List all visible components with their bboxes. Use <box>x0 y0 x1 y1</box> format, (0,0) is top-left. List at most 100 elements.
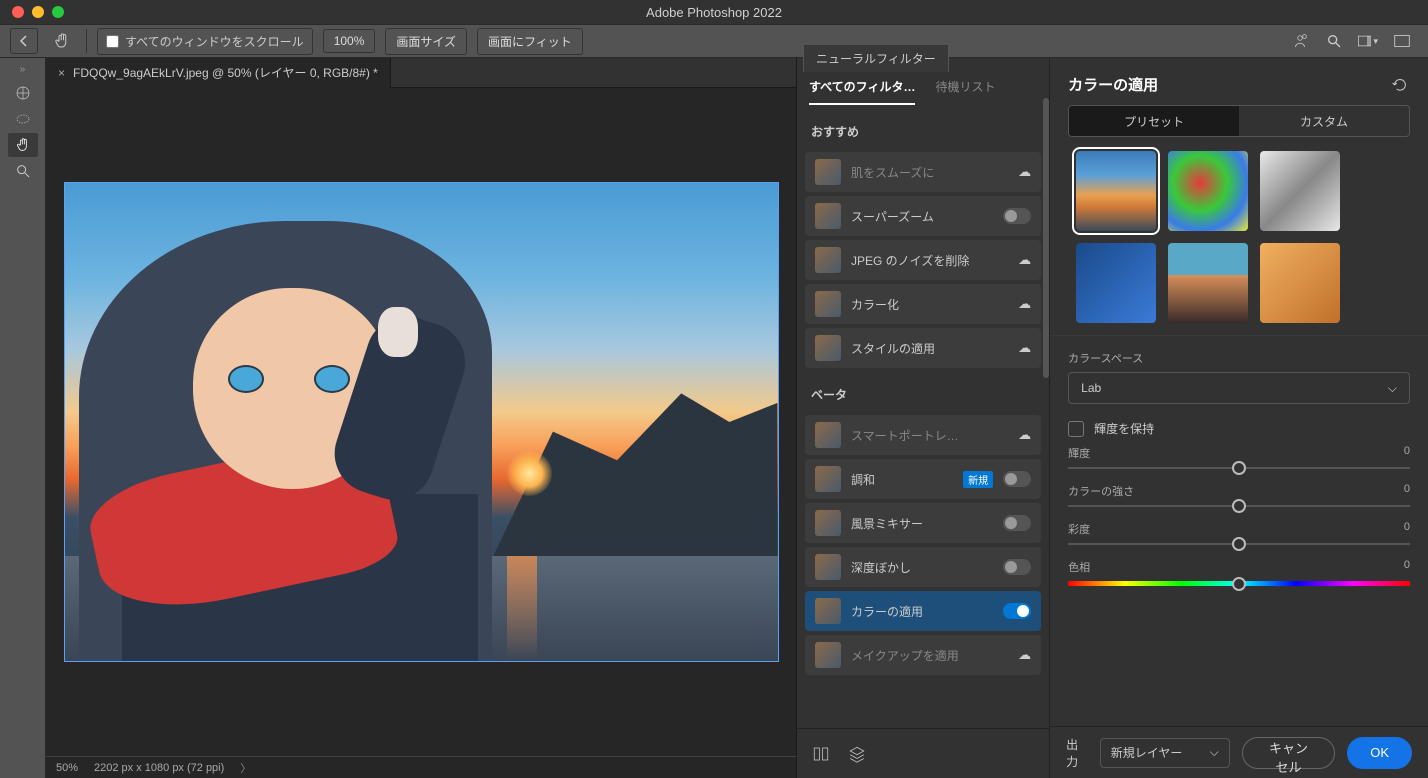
output-dropdown[interactable]: 新規レイヤー ⌵ <box>1100 738 1230 768</box>
preserve-luminance-checkbox[interactable]: 輝度を保持 <box>1068 420 1410 437</box>
download-icon[interactable]: ☁ <box>1018 164 1031 180</box>
scroll-all-input[interactable] <box>106 35 119 48</box>
workspace-icon[interactable]: ▾ <box>1358 31 1378 51</box>
dialog-footer: 出力 新規レイヤー ⌵ キャンセル OK <box>1050 726 1428 778</box>
filter-thumb-icon <box>815 642 841 668</box>
badge-new: 新規 <box>963 471 993 488</box>
output-value: 新規レイヤー <box>1111 744 1183 761</box>
hue-slider[interactable]: 色相0 <box>1068 559 1410 586</box>
zoom-100-button[interactable]: 100% <box>323 29 376 53</box>
saturation-slider[interactable]: 彩度0 <box>1068 521 1410 545</box>
filter-list-panel: ニューラルフィルター すべてのフィルタ… 待機リスト おすすめ 肌をスムーズに … <box>797 58 1050 778</box>
fit-screen-button[interactable]: 画面にフィット <box>477 28 583 55</box>
filter-label: 肌をスムーズに <box>851 164 1008 181</box>
toggle-switch[interactable] <box>1003 208 1031 224</box>
filter-color-transfer[interactable]: カラーの適用 <box>805 591 1041 631</box>
slider-value: 0 <box>1404 445 1410 461</box>
status-chevron-icon[interactable]: 〉 <box>240 760 251 776</box>
reset-icon[interactable] <box>1390 75 1410 95</box>
download-icon[interactable]: ☁ <box>1018 647 1031 663</box>
move-tool-icon[interactable] <box>8 81 38 105</box>
download-icon[interactable]: ☁ <box>1018 427 1031 443</box>
preset-thumb-1[interactable] <box>1076 151 1156 231</box>
hand-tool-selected-icon[interactable] <box>8 133 38 157</box>
maximize-window-icon[interactable] <box>52 6 64 18</box>
scroll-all-label: すべてのウィンドウをスクロール <box>125 33 304 50</box>
filter-smart-portrait[interactable]: スマートポートレ… ☁ <box>805 415 1041 455</box>
document-tab-label: FDQQw_9agAEkLrV.jpeg @ 50% (レイヤー 0, RGB/… <box>73 64 378 81</box>
minimize-window-icon[interactable] <box>32 6 44 18</box>
filter-harmonize[interactable]: 調和 新規 <box>805 459 1041 499</box>
tab-waitlist[interactable]: 待機リスト <box>935 78 995 105</box>
filter-colorize[interactable]: カラー化 ☁ <box>805 284 1041 324</box>
expand-tools-icon[interactable]: » <box>20 64 26 75</box>
download-icon[interactable]: ☁ <box>1018 296 1031 312</box>
colorspace-value: Lab <box>1081 381 1101 395</box>
tab-presets[interactable]: プリセット <box>1069 106 1239 136</box>
options-bar: すべてのウィンドウをスクロール 100% 画面サイズ 画面にフィット ▾ <box>0 24 1428 58</box>
fit-image-button[interactable]: 画面サイズ <box>385 28 467 55</box>
filter-label: 風景ミキサー <box>851 515 993 532</box>
panel-menu-icon[interactable] <box>1392 31 1412 51</box>
download-icon[interactable]: ☁ <box>1018 252 1031 268</box>
hand-tool-icon[interactable] <box>48 28 76 54</box>
search-icon[interactable] <box>1324 31 1344 51</box>
scroll-all-checkbox[interactable]: すべてのウィンドウをスクロール <box>97 28 313 55</box>
luminance-slider[interactable]: 輝度0 <box>1068 445 1410 469</box>
filter-jpeg-artifacts[interactable]: JPEG のノイズを削除 ☁ <box>805 240 1041 280</box>
close-tab-icon[interactable]: × <box>58 66 65 80</box>
preset-thumb-3[interactable] <box>1260 151 1340 231</box>
filter-label: 調和 <box>851 471 953 488</box>
checkbox-icon[interactable] <box>1068 421 1084 437</box>
filter-style-transfer[interactable]: スタイルの適用 ☁ <box>805 328 1041 368</box>
panel-tab-neural-filters[interactable]: ニューラルフィルター <box>803 44 949 72</box>
preset-thumb-6[interactable] <box>1260 243 1340 323</box>
colorspace-dropdown[interactable]: Lab ⌵ <box>1068 372 1410 404</box>
filter-makeup-transfer[interactable]: メイクアップを適用 ☁ <box>805 635 1041 675</box>
cloud-share-icon[interactable] <box>1290 31 1310 51</box>
filter-label: カラー化 <box>851 296 1008 313</box>
scrollbar[interactable] <box>1043 105 1049 378</box>
zoom-tool-icon[interactable] <box>8 159 38 183</box>
slider-thumb[interactable] <box>1232 577 1246 591</box>
document-tabs: × FDQQw_9agAEkLrV.jpeg @ 50% (レイヤー 0, RG… <box>46 58 796 88</box>
close-window-icon[interactable] <box>12 6 24 18</box>
document-area: × FDQQw_9agAEkLrV.jpeg @ 50% (レイヤー 0, RG… <box>46 58 796 778</box>
filter-label: スーパーズーム <box>851 208 993 225</box>
slider-thumb[interactable] <box>1232 461 1246 475</box>
app-title: Adobe Photoshop 2022 <box>646 5 782 20</box>
filter-skin-smoothing[interactable]: 肌をスムーズに ☁ <box>805 152 1041 192</box>
preset-thumb-5[interactable] <box>1168 243 1248 323</box>
preset-thumb-4[interactable] <box>1076 243 1156 323</box>
filter-thumb-icon <box>815 554 841 580</box>
preset-thumb-2[interactable] <box>1168 151 1248 231</box>
toggle-switch[interactable] <box>1003 515 1031 531</box>
filter-depth-blur[interactable]: 深度ぼかし <box>805 547 1041 587</box>
document-tab[interactable]: × FDQQw_9agAEkLrV.jpeg @ 50% (レイヤー 0, RG… <box>46 58 391 88</box>
ok-button[interactable]: OK <box>1347 737 1412 769</box>
cancel-button[interactable]: キャンセル <box>1242 737 1335 769</box>
canvas[interactable] <box>46 88 796 756</box>
download-icon[interactable]: ☁ <box>1018 340 1031 356</box>
toggle-switch[interactable] <box>1003 603 1031 619</box>
filter-thumb-icon <box>815 598 841 624</box>
filter-label: JPEG のノイズを削除 <box>851 252 1008 269</box>
image-preview <box>64 182 779 662</box>
preset-grid <box>1050 151 1428 335</box>
filter-landscape-mixer[interactable]: 風景ミキサー <box>805 503 1041 543</box>
color-strength-slider[interactable]: カラーの強さ0 <box>1068 483 1410 507</box>
toggle-switch[interactable] <box>1003 559 1031 575</box>
back-button[interactable] <box>10 28 38 54</box>
chevron-down-icon: ⌵ <box>1388 381 1397 396</box>
status-zoom[interactable]: 50% <box>56 762 78 774</box>
layers-icon[interactable] <box>847 744 867 764</box>
slider-thumb[interactable] <box>1232 499 1246 513</box>
compare-icon[interactable] <box>811 744 831 764</box>
tab-custom[interactable]: カスタム <box>1239 106 1409 136</box>
marquee-tool-icon[interactable] <box>8 107 38 131</box>
filter-super-zoom[interactable]: スーパーズーム <box>805 196 1041 236</box>
toggle-switch[interactable] <box>1003 471 1031 487</box>
slider-thumb[interactable] <box>1232 537 1246 551</box>
filter-thumb-icon <box>815 159 841 185</box>
tab-all-filters[interactable]: すべてのフィルタ… <box>809 78 915 105</box>
